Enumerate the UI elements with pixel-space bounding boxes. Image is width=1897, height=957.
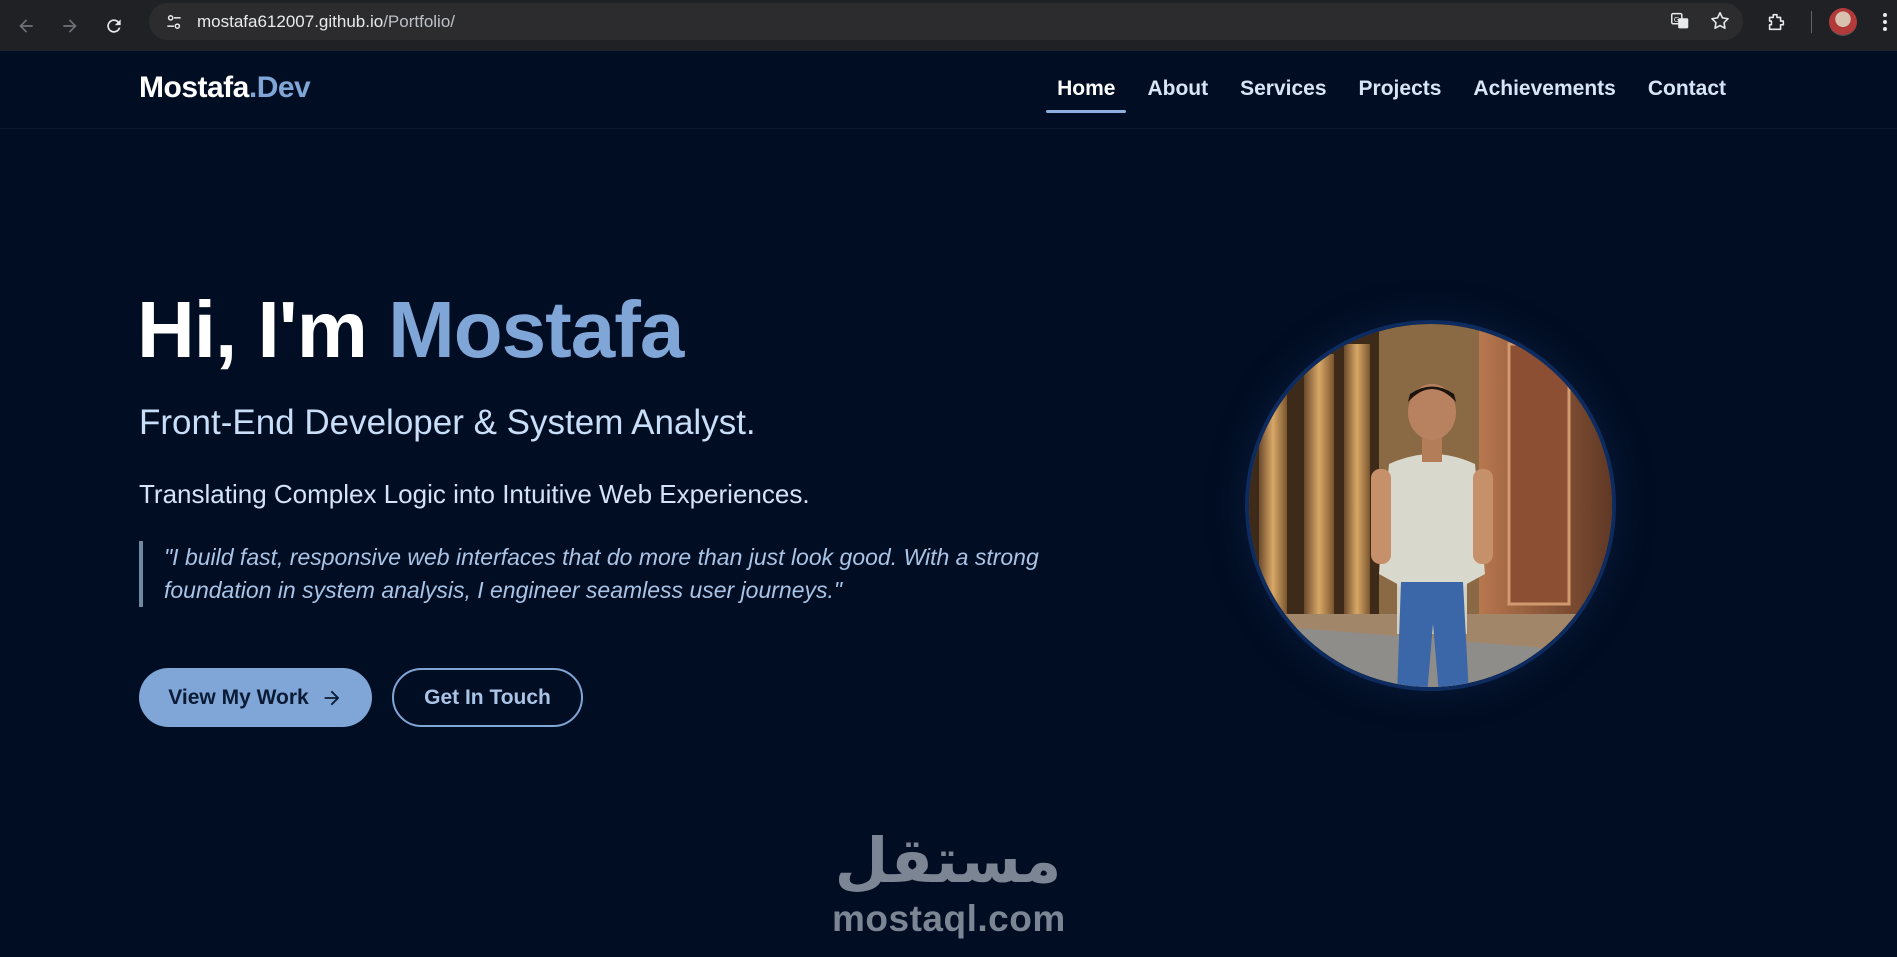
svg-text:مستقل: مستقل — [835, 824, 1062, 897]
translate-icon[interactable]: G — [1667, 8, 1693, 34]
hero-subtitle: Front-End Developer & System Analyst. — [139, 403, 756, 442]
reload-icon[interactable] — [92, 4, 136, 48]
nav-home[interactable]: Home — [1046, 73, 1127, 113]
back-icon[interactable] — [4, 4, 48, 48]
hero-title: Hi, I'm Mostafa — [137, 285, 684, 374]
nav-contact[interactable]: Contact — [1637, 73, 1737, 113]
extensions-icon[interactable] — [1762, 8, 1790, 36]
more-menu-icon[interactable] — [1878, 8, 1892, 36]
profile-photo — [1245, 320, 1616, 691]
nav-about[interactable]: About — [1136, 73, 1219, 113]
main-nav: Home About Services Projects Achievement… — [1041, 73, 1742, 113]
svg-text:G: G — [1674, 15, 1680, 24]
url-text[interactable]: mostafa612007.github.io/Portfolio/ — [197, 12, 455, 32]
bookmark-star-icon[interactable] — [1707, 8, 1733, 34]
nav-projects[interactable]: Projects — [1348, 73, 1453, 113]
site-logo[interactable]: Mostafa.Dev — [139, 71, 311, 105]
hero-name: Mostafa — [388, 285, 684, 374]
forward-icon[interactable] — [48, 4, 92, 48]
nav-achievements[interactable]: Achievements — [1462, 73, 1626, 113]
arrow-right-icon — [324, 690, 340, 705]
site-info-icon[interactable] — [161, 9, 187, 35]
nav-services[interactable]: Services — [1229, 73, 1337, 113]
hero-tagline: Translating Complex Logic into Intuitive… — [139, 479, 810, 509]
view-my-work-button[interactable]: View My Work — [139, 668, 372, 727]
hero-quote: "I build fast, responsive web interfaces… — [139, 541, 1039, 607]
profile-avatar-icon[interactable] — [1829, 8, 1857, 36]
watermark-domain: mostaql.com — [832, 898, 1066, 939]
view-my-work-label: View My Work — [168, 685, 309, 709]
get-in-touch-button[interactable]: Get In Touch — [392, 668, 583, 727]
site-header: Mostafa.Dev Home About Services Projects… — [0, 51, 1897, 129]
toolbar-divider — [1811, 11, 1812, 33]
mostaql-watermark: مستقل mostaql.com — [828, 820, 1068, 940]
watermark-arabic-logo: مستقل — [835, 824, 1062, 897]
address-bar[interactable]: mostafa612007.github.io/Portfolio/ G — [149, 3, 1743, 40]
